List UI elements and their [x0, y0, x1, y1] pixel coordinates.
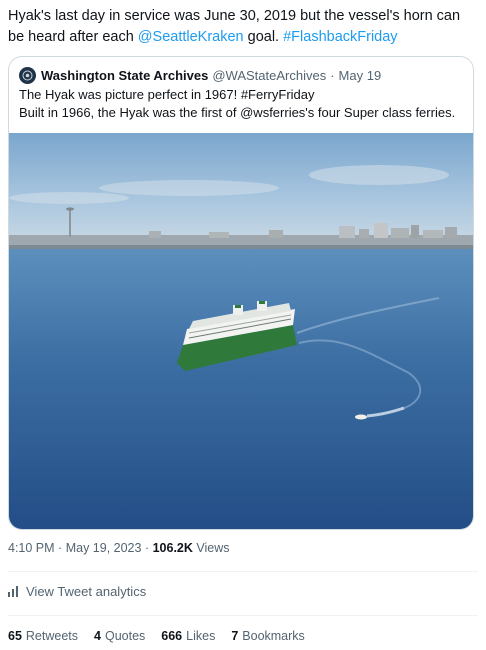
ferry-photo-image — [9, 133, 473, 529]
views-separator: · — [144, 541, 150, 555]
retweets-stat[interactable]: 65 Retweets — [8, 629, 78, 643]
tweet-text-part2: goal. — [243, 29, 284, 45]
bookmarks-count: 7 — [231, 629, 239, 643]
avatar[interactable] — [19, 66, 36, 84]
likes-label: Likes — [186, 629, 216, 643]
tweet-date[interactable]: May 19, 2023 — [66, 541, 142, 555]
meta-separator: · — [330, 67, 335, 83]
analytics-label: View Tweet analytics — [26, 584, 147, 599]
views-count: 106.2K — [152, 541, 193, 555]
timestamp-separator: · — [58, 541, 63, 555]
tweet-time[interactable]: 4:10 PM — [8, 541, 55, 555]
archive-seal-icon — [22, 70, 33, 80]
tweet-timestamp: 4:10 PM · May 19, 2023 · 106.2K Views — [8, 541, 230, 555]
divider — [8, 615, 478, 616]
retweets-count: 65 — [8, 629, 22, 643]
quoted-tweet-text: The Hyak was picture perfect in 1967! #F… — [19, 86, 469, 122]
quoted-date[interactable]: May 19 — [339, 68, 382, 83]
quoted-tweet-header: Washington State Archives @WAStateArchiv… — [19, 66, 381, 84]
ferry-photo[interactable] — [9, 133, 473, 529]
retweets-label: Retweets — [25, 629, 79, 643]
bar-chart-icon — [8, 586, 18, 597]
view-analytics-link[interactable]: View Tweet analytics — [8, 584, 146, 599]
quotes-label: Quotes — [104, 629, 146, 643]
quoted-author-name[interactable]: Washington State Archives — [41, 68, 208, 83]
divider — [8, 571, 478, 572]
likes-count: 666 — [161, 629, 183, 643]
quoted-line-2: Built in 1966, the Hyak was the first of… — [19, 105, 456, 120]
quotes-count: 4 — [94, 629, 101, 643]
views-label: Views — [196, 541, 230, 555]
quotes-stat[interactable]: 4 Quotes — [94, 629, 145, 643]
tweet-text: Hyak's last day in service was June 30, … — [8, 6, 478, 48]
engagement-stats: 65 Retweets 4 Quotes 666 Likes 7 Bookmarks — [8, 629, 321, 643]
mention-link[interactable]: @SeattleKraken — [138, 29, 244, 45]
likes-stat[interactable]: 666 Likes — [161, 629, 215, 643]
hashtag-link[interactable]: #FlashbackFriday — [283, 29, 397, 45]
quoted-line-1: The Hyak was picture perfect in 1967! #F… — [19, 87, 315, 102]
quoted-author-handle[interactable]: @WAStateArchives — [212, 68, 326, 83]
quoted-tweet-card[interactable]: Washington State Archives @WAStateArchiv… — [8, 56, 474, 530]
bookmarks-label: Bookmarks — [242, 629, 305, 643]
bookmarks-stat[interactable]: 7 Bookmarks — [231, 629, 304, 643]
